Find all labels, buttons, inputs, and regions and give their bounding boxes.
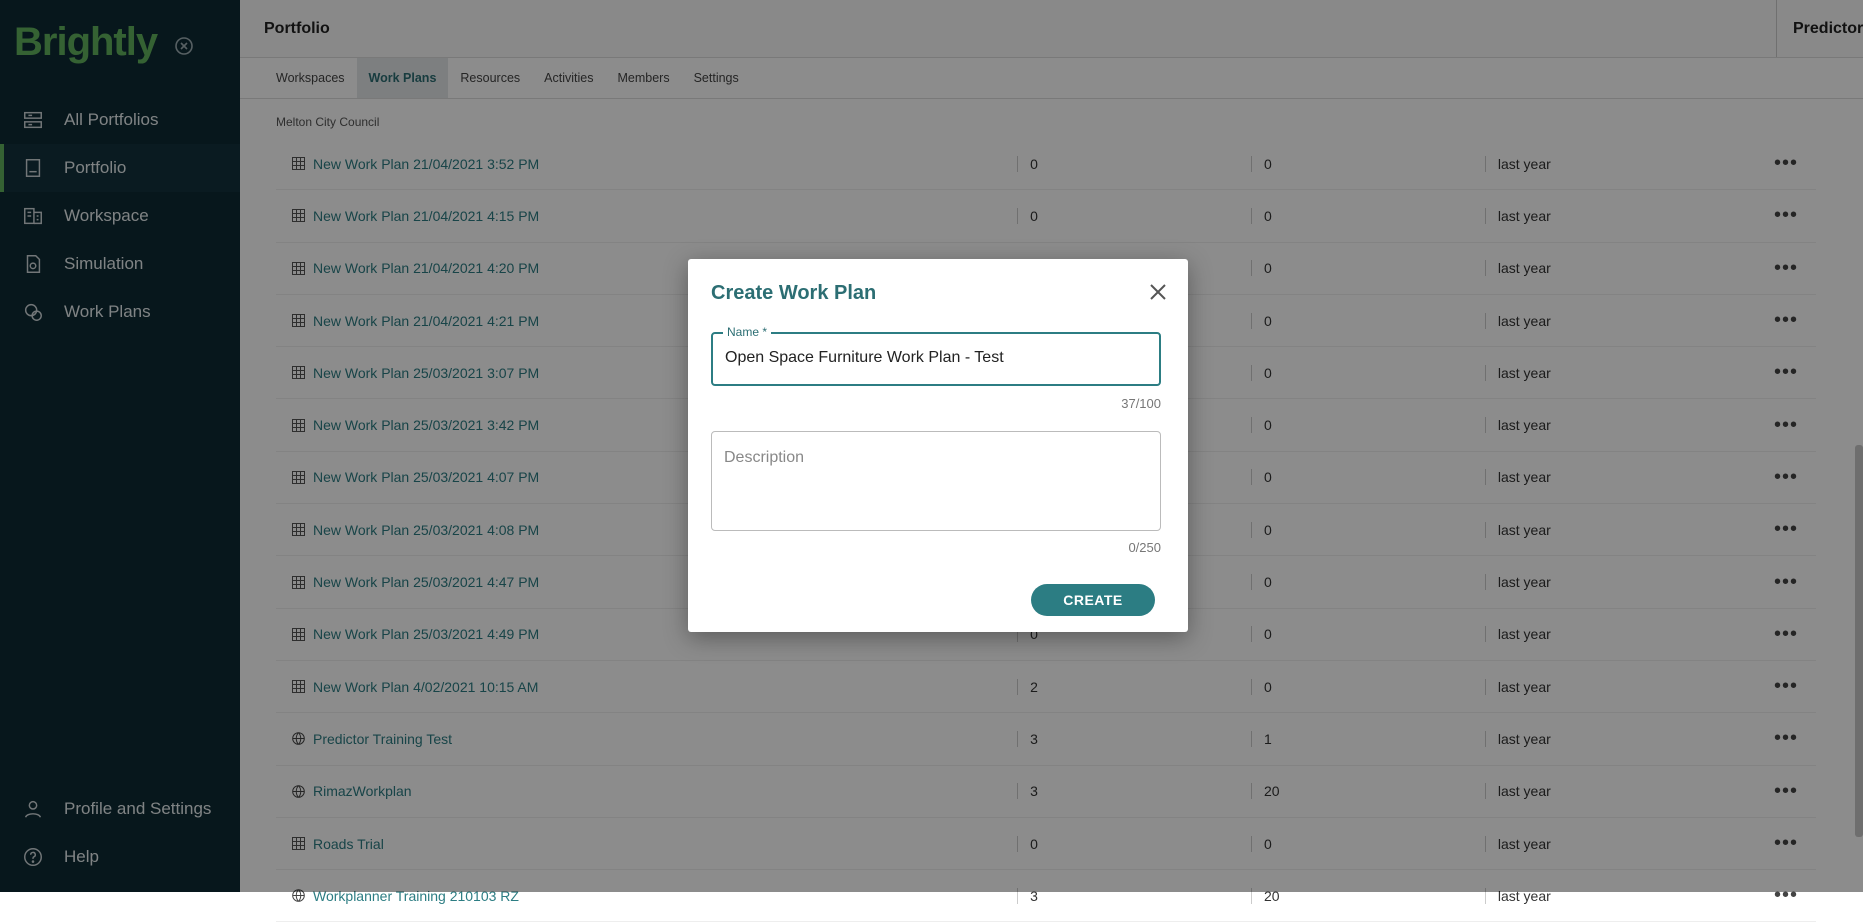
create-button[interactable]: CREATE bbox=[1031, 584, 1155, 616]
dialog-title: Create Work Plan bbox=[711, 282, 877, 304]
close-icon[interactable] bbox=[1146, 280, 1170, 304]
description-placeholder: Description bbox=[724, 449, 805, 466]
name-field[interactable]: Name * bbox=[711, 325, 1161, 386]
name-input[interactable] bbox=[725, 349, 1145, 367]
create-work-plan-dialog: Create Work Plan Name * 37/100 Descripti… bbox=[688, 259, 1188, 632]
description-char-counter: 0/250 bbox=[1128, 540, 1161, 555]
description-field[interactable]: Description bbox=[711, 431, 1161, 531]
name-field-label: Name * bbox=[723, 325, 772, 339]
name-char-counter: 37/100 bbox=[1121, 396, 1161, 411]
